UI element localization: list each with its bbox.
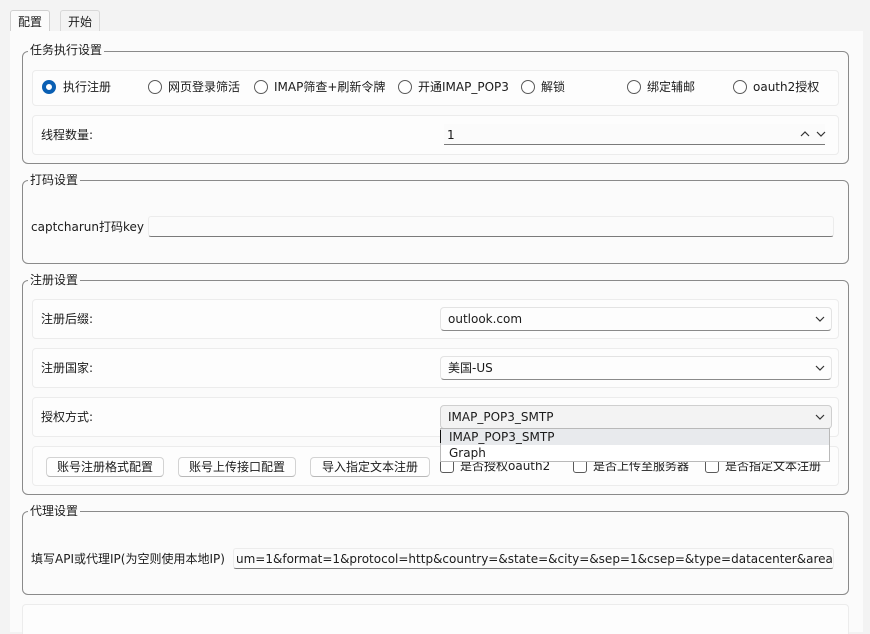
proxy-api-value: um=1&format=1&protocol=http&country=&sta…: [236, 552, 833, 566]
suffix-value: outlook.com: [448, 312, 523, 326]
auth-dropdown-list: IMAP_POP3_SMTP Graph: [440, 428, 830, 462]
country-select[interactable]: [440, 356, 832, 380]
captcha-key-input[interactable]: [148, 216, 834, 237]
proxy-api-label: 填写API或代理IP(为空则使用本地IP): [31, 552, 225, 566]
chevron-down-icon[interactable]: [815, 128, 827, 140]
mode-label-bind-mail: 绑定辅邮: [647, 80, 696, 94]
mode-radio-oauth2[interactable]: [733, 80, 747, 94]
auth-value: IMAP_POP3_SMTP: [448, 410, 554, 424]
chevron-down-icon: [814, 313, 826, 325]
auth-option-imap[interactable]: IMAP_POP3_SMTP: [441, 429, 829, 445]
captcha-legend: 打码设置: [28, 173, 81, 187]
country-value: 美国-US: [448, 361, 493, 375]
captcha-key-label: captcharun打码key: [31, 220, 144, 234]
chevron-down-icon: [814, 362, 826, 374]
mode-label-open-imap: 开通IMAP_POP3: [418, 80, 509, 94]
mode-label-unlock: 解锁: [541, 80, 566, 94]
tab-start[interactable]: 开始: [60, 10, 101, 32]
chevron-down-icon: [814, 411, 826, 423]
mode-label-web-login: 网页登录筛活: [168, 80, 241, 94]
mode-radio-register[interactable]: [42, 80, 56, 94]
thread-count-spinner[interactable]: [444, 124, 825, 145]
thread-label: 线程数量:: [41, 128, 94, 142]
register-legend: 注册设置: [28, 273, 81, 287]
mode-label-imap-check: IMAP筛查+刷新令牌: [274, 80, 386, 94]
auth-label: 授权方式:: [41, 410, 94, 424]
mode-label-register: 执行注册: [63, 80, 112, 94]
country-label: 注册国家:: [41, 361, 94, 375]
thread-count-value: 1: [447, 128, 455, 142]
import-text-button[interactable]: 导入指定文本注册: [310, 457, 430, 477]
suffix-label: 注册后缀:: [41, 312, 94, 326]
chevron-up-icon[interactable]: [799, 128, 811, 140]
upload-config-button[interactable]: 账号上传接口配置: [178, 457, 296, 477]
mode-radio-web-login[interactable]: [148, 80, 162, 94]
proxy-api-input[interactable]: um=1&format=1&protocol=http&country=&sta…: [233, 548, 834, 569]
mode-label-oauth2: oauth2授权: [753, 80, 820, 94]
selection-caret: [440, 430, 441, 443]
mode-radio-unlock[interactable]: [521, 80, 535, 94]
tab-strip: 配置 开始: [0, 10, 870, 32]
log-panel: [22, 604, 849, 634]
format-config-button[interactable]: 账号注册格式配置: [46, 457, 164, 477]
task-settings-legend: 任务执行设置: [28, 43, 105, 57]
mode-radio-imap-check[interactable]: [254, 80, 268, 94]
proxy-legend: 代理设置: [28, 504, 81, 518]
tab-config[interactable]: 配置: [10, 10, 51, 32]
mode-radio-bind-mail[interactable]: [627, 80, 641, 94]
auth-option-graph[interactable]: Graph: [441, 445, 829, 461]
mode-radio-open-imap[interactable]: [398, 80, 412, 94]
